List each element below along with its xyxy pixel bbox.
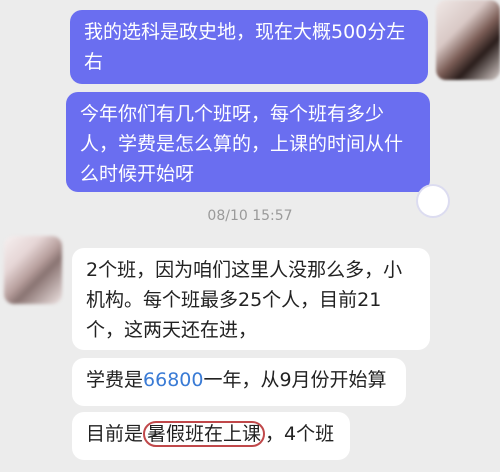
message-bubble-outgoing[interactable]: 今年你们有几个班呀，每个班有多少人，学费是怎么算的，上课的时间从什么时候开始呀 bbox=[66, 92, 430, 192]
message-bubble-incoming[interactable]: 2个班，因为咱们这里人没那么多，小机构。每个班最多25个人，目前21个，这两天还… bbox=[72, 248, 430, 350]
message-text: 今年你们有几个班呀，每个班有多少人，学费是怎么算的，上课的时间从什么时候开始呀 bbox=[80, 103, 404, 185]
message-text-suffix: ，4个班 bbox=[265, 423, 335, 445]
message-text-prefix: 目前是 bbox=[86, 423, 144, 445]
message-text: 2个班，因为咱们这里人没那么多，小机构。每个班最多25个人，目前21个，这两天还… bbox=[86, 259, 403, 341]
message-bubble-outgoing[interactable]: 我的选科是政史地，现在大概500分左右 bbox=[70, 10, 428, 84]
message-bubble-incoming[interactable]: 学费是66800一年，从9月份开始算 bbox=[72, 358, 406, 406]
contact-avatar[interactable] bbox=[4, 236, 62, 304]
message-bubble-incoming[interactable]: 目前是 暑假班在上课 ，4个班 bbox=[72, 412, 350, 460]
message-timestamp: 08/10 15:57 bbox=[207, 208, 293, 224]
annotation-circled-text: 暑假班在上课 bbox=[143, 421, 266, 447]
self-avatar[interactable] bbox=[436, 0, 500, 80]
message-text-prefix: 学费是 bbox=[86, 369, 144, 391]
message-text-suffix: 一年，从9月份开始算 bbox=[203, 369, 387, 391]
tuition-amount-link[interactable]: 66800 bbox=[143, 369, 203, 391]
message-text: 我的选科是政史地，现在大概500分左右 bbox=[84, 21, 406, 73]
